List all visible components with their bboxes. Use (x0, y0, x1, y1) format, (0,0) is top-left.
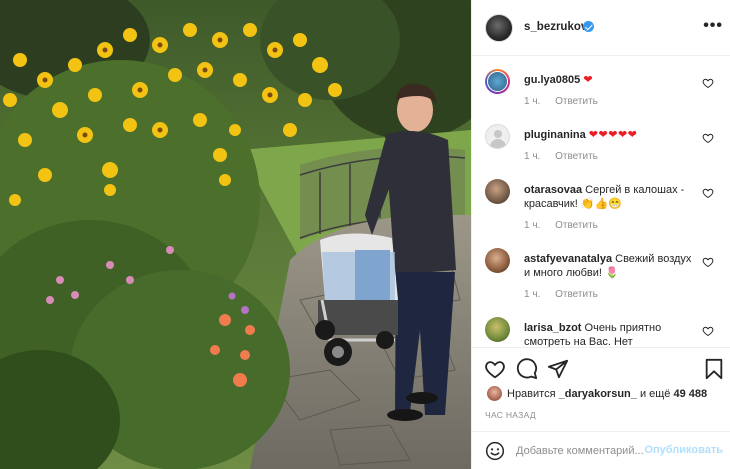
heart-outline-icon[interactable] (702, 325, 714, 337)
reply-button[interactable]: Ответить (555, 151, 598, 162)
comment-time[interactable]: 1 ч. (524, 96, 540, 107)
comment-time[interactable]: 1 ч. (524, 289, 540, 300)
author-username[interactable]: s_bezrukov (524, 21, 587, 33)
heart-outline-icon[interactable] (702, 132, 714, 144)
comment-username[interactable]: pluginanina (524, 129, 586, 141)
commenter-avatar[interactable] (485, 317, 510, 342)
reply-button[interactable]: Ответить (555, 289, 598, 300)
verified-badge-icon (583, 21, 594, 32)
comment-text: gu.lya0805 ❤ (524, 73, 700, 87)
heart-emoji: ❤ (583, 74, 594, 86)
comment-icon[interactable] (516, 358, 538, 380)
likes-text: Нравится _daryakorsun_ и ещё 49 488 (507, 388, 707, 400)
comment-meta: 1 ч. Ответить (524, 220, 610, 231)
add-comment-bar: Опубликовать (472, 431, 730, 469)
comment-username[interactable]: astafyevanatalya (524, 253, 612, 265)
commenter-avatar[interactable] (485, 179, 510, 204)
reply-button[interactable]: Ответить (555, 220, 598, 231)
comment-meta: 1 ч. Ответить (524, 151, 610, 162)
comment-username[interactable]: otarasovaa (524, 184, 582, 196)
commenter-avatar[interactable] (485, 124, 510, 149)
commenter-avatar[interactable] (485, 69, 510, 94)
heart-outline-icon[interactable] (702, 256, 714, 268)
publish-button[interactable]: Опубликовать (644, 444, 723, 456)
post-photo[interactable] (0, 0, 471, 469)
post-actions: Нравится _daryakorsun_ и ещё 49 488 ЧАС … (472, 347, 730, 441)
comment-text: astafyevanatalya Свежий воздух и много л… (524, 252, 700, 280)
likes-count[interactable]: 49 488 (674, 388, 708, 400)
commenter-avatar[interactable] (485, 248, 510, 273)
comment-meta: 1 ч. Ответить (524, 289, 610, 300)
heart-emoji: ❤❤❤❤❤ (588, 129, 638, 141)
comment-username[interactable]: gu.lya0805 (524, 74, 580, 86)
comment-input[interactable] (516, 442, 646, 460)
liker-avatar[interactable] (487, 386, 502, 401)
comments-list: gu.lya0805 ❤ 1 ч. Ответить pluginanina ❤… (472, 57, 730, 347)
share-icon[interactable] (547, 358, 569, 380)
reply-button[interactable]: Ответить (555, 96, 598, 107)
comment-text: otarasovaa Сергей в калошах - красавчик!… (524, 183, 700, 211)
likes-summary: Нравится _daryakorsun_ и ещё 49 488 (485, 386, 725, 402)
post-header: s_bezrukov ••• (472, 0, 730, 56)
liker-username[interactable]: _daryakorsun_ (559, 388, 637, 400)
comment-time[interactable]: 1 ч. (524, 220, 540, 231)
comment-text: larisa_bzot Очень приятно смотреть на Ва… (524, 321, 700, 347)
comment-username[interactable]: larisa_bzot (524, 322, 581, 334)
heart-outline-icon[interactable] (702, 77, 714, 89)
comment-time[interactable]: 1 ч. (524, 151, 540, 162)
post-side-panel: s_bezrukov ••• gu.lya0805 ❤ 1 ч. Ответит… (471, 0, 730, 469)
likes-middle: и ещё (639, 388, 671, 400)
more-options-button[interactable]: ••• (703, 17, 723, 35)
post-time[interactable]: ЧАС НАЗАД (485, 410, 536, 420)
comment-meta: 1 ч. Ответить (524, 96, 610, 107)
garden-photo-illustration (0, 0, 471, 469)
bookmark-icon[interactable] (703, 358, 725, 380)
author-avatar[interactable] (485, 14, 513, 42)
likes-prefix: Нравится (507, 388, 556, 400)
heart-outline-icon[interactable] (702, 187, 714, 199)
comment-text: pluginanina ❤❤❤❤❤ (524, 128, 700, 142)
emoji-icon[interactable] (485, 441, 505, 461)
like-heart-icon[interactable] (484, 358, 506, 380)
